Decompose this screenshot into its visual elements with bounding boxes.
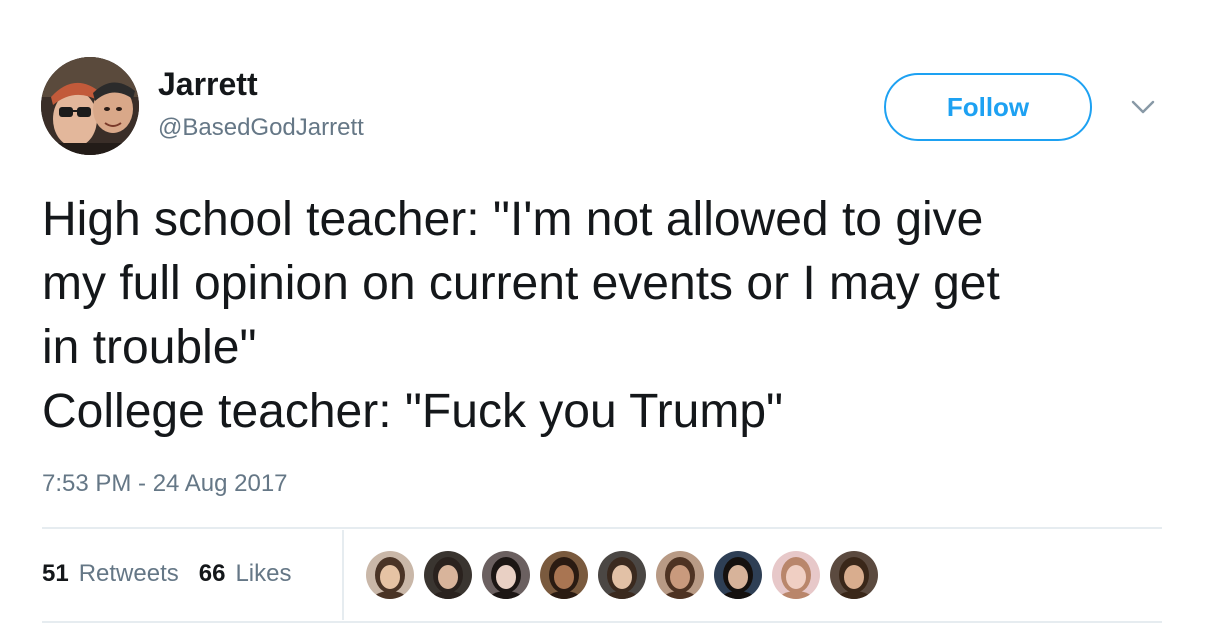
liker-avatars bbox=[366, 551, 888, 599]
tweet-line: College teacher: "Fuck you Trump" bbox=[42, 385, 784, 438]
likes-stat[interactable]: 66 Likes bbox=[199, 560, 292, 588]
liker-avatar[interactable] bbox=[424, 551, 472, 599]
liker-avatar[interactable] bbox=[714, 551, 762, 599]
user-display-name[interactable]: Jarrett bbox=[158, 64, 258, 104]
retweets-label: Retweets bbox=[78, 560, 179, 587]
liker-avatar[interactable] bbox=[540, 551, 588, 599]
liker-avatar[interactable] bbox=[830, 551, 878, 599]
retweets-stat[interactable]: 51 Retweets bbox=[42, 560, 179, 588]
tweet-line: in trouble" bbox=[42, 321, 257, 374]
profile-avatar[interactable] bbox=[41, 57, 139, 155]
avatar-photo bbox=[41, 57, 139, 155]
follow-button[interactable]: Follow bbox=[884, 73, 1092, 141]
liker-avatar[interactable] bbox=[656, 551, 704, 599]
tweet-text: High school teacher: "I'm not allowed to… bbox=[42, 188, 1192, 444]
liker-avatar[interactable] bbox=[772, 551, 820, 599]
liker-avatar[interactable] bbox=[366, 551, 414, 599]
tweet-stats: 51 Retweets 66 Likes bbox=[42, 556, 291, 592]
liker-avatar[interactable] bbox=[482, 551, 530, 599]
divider bbox=[42, 621, 1162, 623]
likes-label: Likes bbox=[235, 560, 292, 587]
divider bbox=[42, 527, 1162, 529]
tweet-line: High school teacher: "I'm not allowed to… bbox=[42, 193, 984, 246]
retweets-count: 51 bbox=[42, 560, 69, 587]
likes-count: 66 bbox=[198, 560, 226, 587]
user-handle[interactable]: @BasedGodJarrett bbox=[158, 112, 364, 144]
liker-avatar[interactable] bbox=[598, 551, 646, 599]
chevron-down-icon[interactable] bbox=[1128, 92, 1158, 122]
tweet-timestamp[interactable]: 7:53 PM - 24 Aug 2017 bbox=[42, 468, 288, 500]
tweet-line: my full opinion on current events or I m… bbox=[42, 257, 1000, 310]
stats-separator bbox=[342, 530, 344, 620]
